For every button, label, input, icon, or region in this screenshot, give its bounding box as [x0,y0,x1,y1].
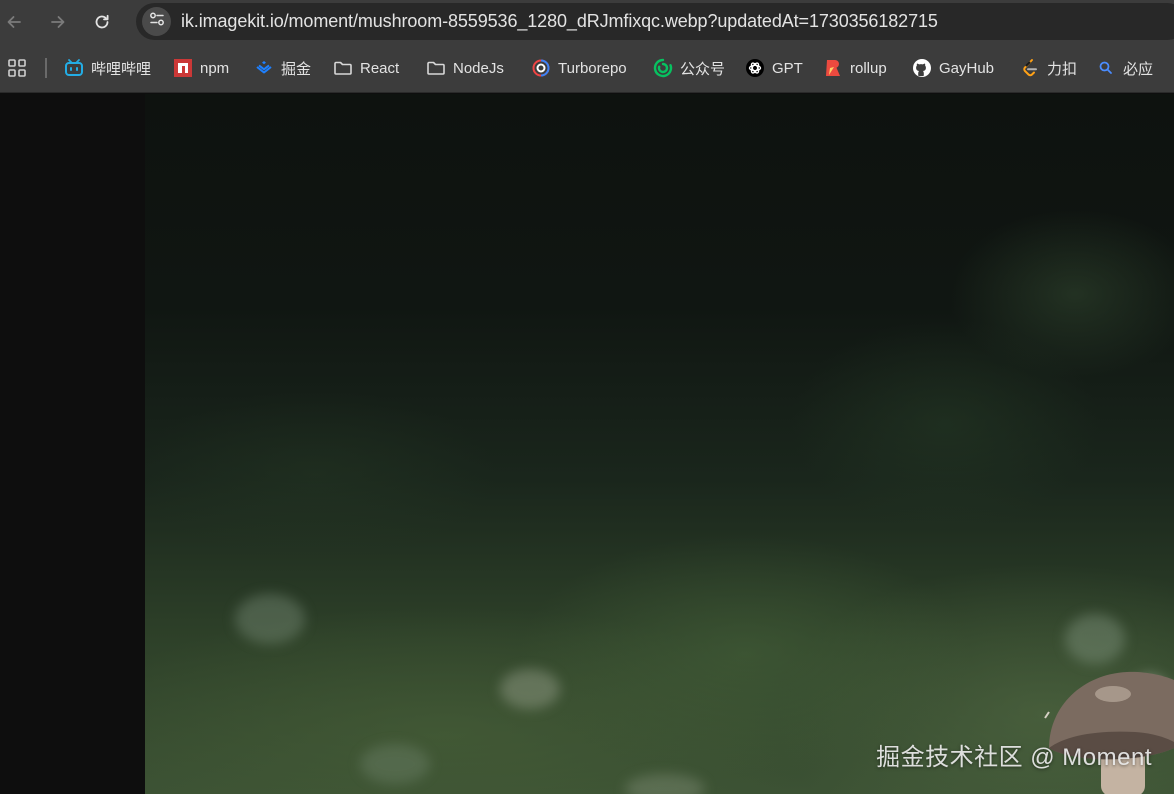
bookmark-label: NodeJs [453,59,504,77]
github-icon [912,58,932,78]
bookmark-folder-nodejs[interactable]: NodeJs [426,56,504,80]
reload-icon [92,12,112,32]
juejin-icon [254,58,274,78]
bilibili-icon [64,58,84,78]
npm-icon [173,58,193,78]
openai-icon [745,58,765,78]
bookmark-juejin[interactable]: 掘金 [254,56,311,80]
bookmark-rollup[interactable]: rollup [823,56,887,80]
bokeh-highlight [500,669,560,709]
bookmark-github[interactable]: GayHub [912,56,994,80]
arrow-right-icon [48,12,68,32]
mushroom-illustration [1044,671,1174,794]
rollup-icon [823,58,843,78]
bookmark-label: 哔哩哔哩 [91,60,152,78]
page-content: 掘金技术社区 @ Moment [0,94,1174,794]
bookmark-npm[interactable]: npm [173,56,229,80]
watermark-text: 掘金技术社区 @ Moment [876,744,1152,771]
bookmarks-divider [45,58,47,78]
bookmark-label: 掘金 [281,60,312,78]
bookmark-label: GayHub [939,59,995,77]
forward-button[interactable] [44,8,72,36]
bookmark-turborepo[interactable]: Turborepo [531,56,627,80]
browser-toolbar: ik.imagekit.io/moment/mushroom-8559536_1… [0,0,1174,43]
bookmark-label: 必应 [1123,60,1154,78]
reload-button[interactable] [88,8,116,36]
bookmarks-bar: 哔哩哔哩 npm 掘金 React NodeJs Turborepo 公众号 G… [0,43,1174,93]
bookmark-leetcode[interactable]: 力扣 [1020,56,1077,80]
bookmark-label: rollup [850,59,887,77]
tune-icon [148,10,166,33]
wechat-icon [653,58,673,78]
bokeh-highlight [235,594,305,644]
site-info-button[interactable] [142,7,171,36]
bookmark-bing[interactable]: 必应 [1096,56,1153,80]
bookmark-label: 力扣 [1047,60,1078,78]
bokeh-highlight [360,744,430,784]
bookmark-label: React [360,59,400,77]
folder-icon [426,58,446,78]
bookmark-bilibili[interactable]: 哔哩哔哩 [64,56,151,80]
bokeh-highlight [625,774,705,794]
back-button[interactable] [0,8,28,36]
url-text[interactable]: ik.imagekit.io/moment/mushroom-8559536_1… [181,11,938,32]
turborepo-icon [531,58,551,78]
bookmark-label: 公众号 [680,60,726,78]
bookmark-gpt[interactable]: GPT [745,56,803,80]
apps-grid-icon[interactable] [8,59,26,77]
bookmark-label: npm [200,59,230,77]
folder-icon [333,58,353,78]
bokeh-highlight [1065,614,1125,664]
bookmark-folder-react[interactable]: React [333,56,399,80]
bookmark-label: GPT [772,59,803,77]
bookmark-wechat-official[interactable]: 公众号 [653,56,725,80]
bing-search-icon [1096,58,1116,78]
leetcode-icon [1020,58,1040,78]
address-bar[interactable]: ik.imagekit.io/moment/mushroom-8559536_1… [136,3,1174,40]
mushroom-photo[interactable]: 掘金技术社区 @ Moment [145,94,1174,794]
bookmark-label: Turborepo [558,59,627,77]
arrow-left-icon [4,12,24,32]
